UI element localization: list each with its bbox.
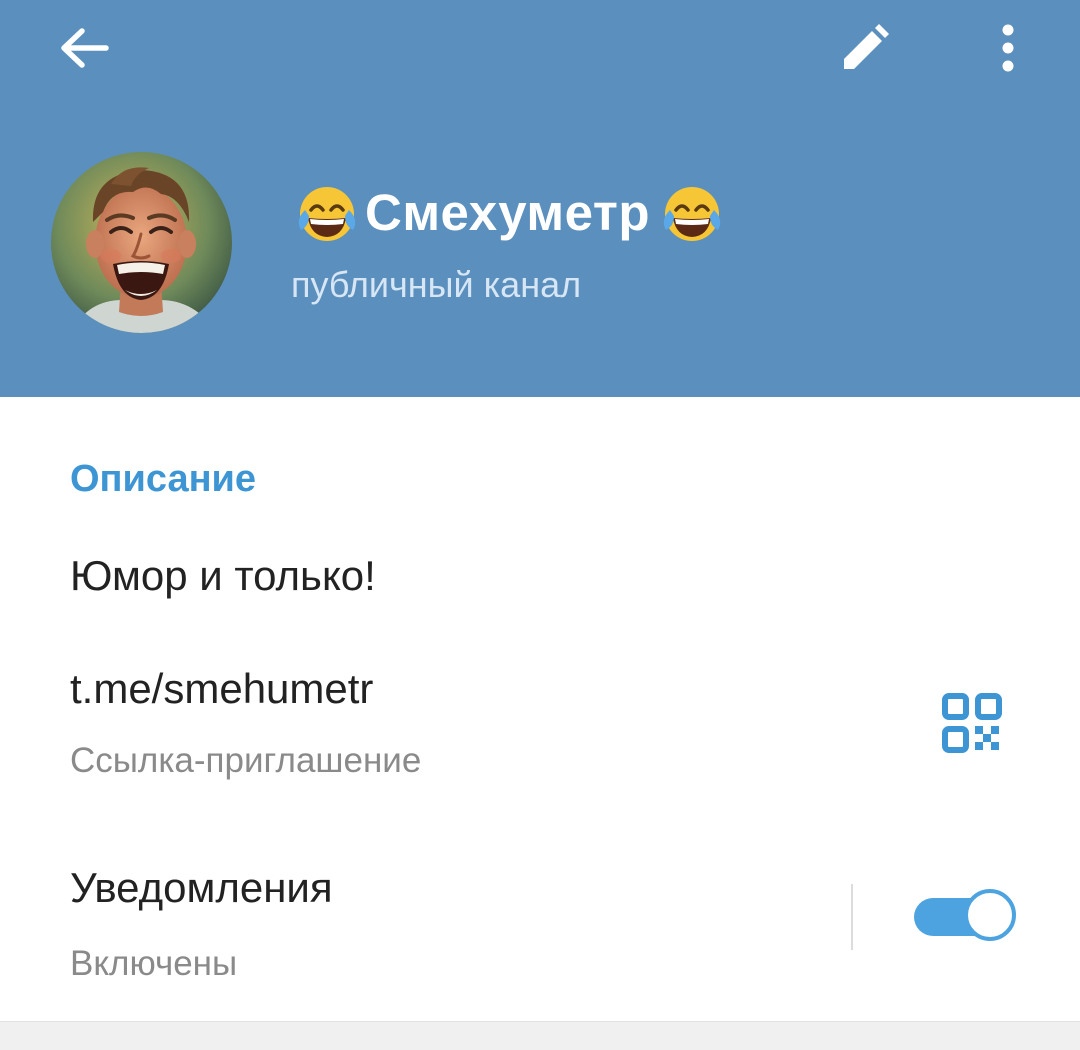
pencil-icon	[840, 23, 890, 78]
face-with-tears-of-joy-icon	[291, 180, 363, 246]
notifications-status: Включены	[70, 944, 238, 983]
notifications-toggle[interactable]	[914, 886, 1018, 950]
notifications-label: Уведомления	[70, 864, 333, 911]
arrow-left-icon	[58, 25, 110, 76]
more-button[interactable]	[972, 14, 1044, 86]
channel-header: Смехуметр публичный канал	[0, 0, 1080, 397]
invite-link[interactable]: t.me/smehumetr	[70, 665, 373, 713]
section-separator	[0, 1021, 1080, 1050]
channel-avatar[interactable]	[51, 152, 232, 333]
channel-title: Смехуметр	[291, 180, 728, 246]
face-with-tears-of-joy-icon	[656, 180, 728, 246]
channel-title-text: Смехуметр	[365, 184, 650, 241]
toggle-thumb	[964, 889, 1016, 941]
description-section-title: Описание	[70, 458, 257, 500]
qr-code-button[interactable]	[932, 685, 1012, 765]
notifications-row[interactable]: Уведомления Включены	[0, 840, 1080, 1010]
qr-code-icon	[942, 692, 1002, 758]
back-button[interactable]	[44, 14, 124, 86]
invite-link-row[interactable]: t.me/smehumetr Ссылка-приглашение	[0, 645, 1080, 805]
more-vertical-icon	[1000, 23, 1016, 78]
row-divider	[851, 884, 853, 950]
channel-type-label: публичный канал	[291, 264, 582, 305]
edit-button[interactable]	[826, 14, 904, 86]
invite-link-caption: Ссылка-приглашение	[70, 741, 422, 780]
channel-description: Юмор и только!	[70, 552, 376, 599]
